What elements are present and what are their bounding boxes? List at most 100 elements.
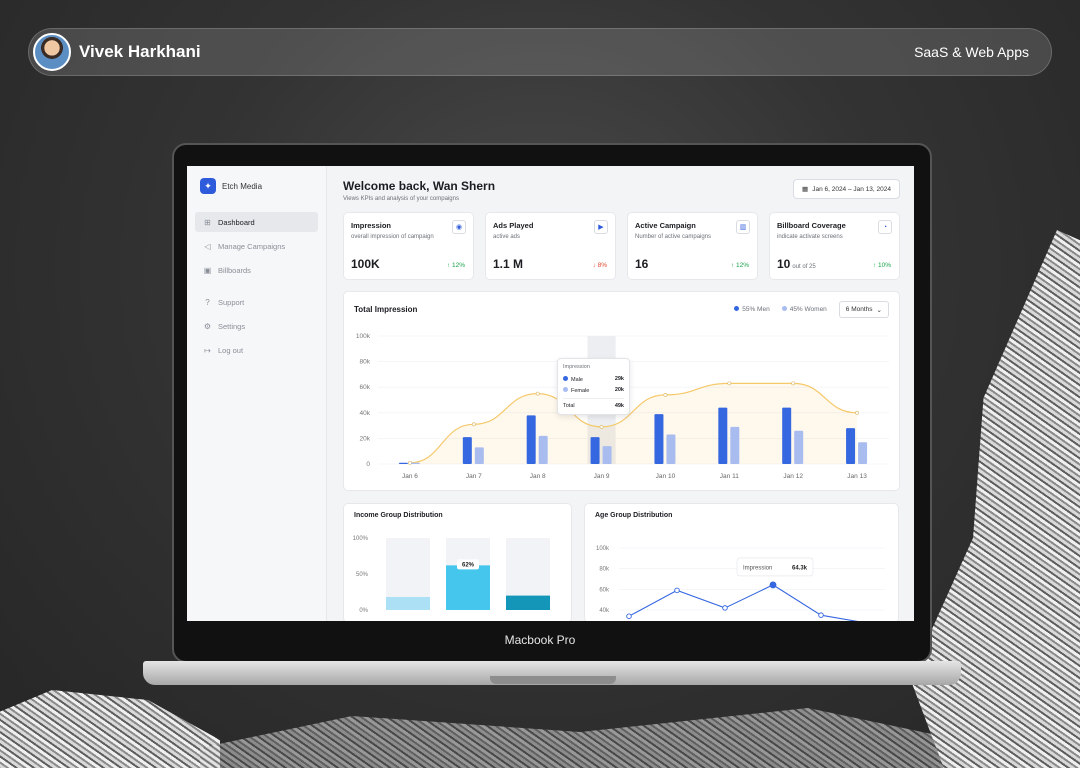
age-point <box>626 613 632 619</box>
kpi-change-value: 12% <box>451 262 465 269</box>
age-point <box>674 587 680 594</box>
pie-chart-icon[interactable]: ◔ <box>878 220 892 234</box>
bar-men <box>526 415 536 464</box>
sidebar-item-label: Support <box>218 297 245 307</box>
y-tick-label: 0% <box>359 608 368 614</box>
sidebar-item-label: Dashboard <box>218 217 255 227</box>
app-screen: ✦ Etch Media ⊞ Dashboard ◁ Manage Campaigns… <box>187 166 914 621</box>
play-icon[interactable]: ▶ <box>594 220 608 234</box>
kpi-title: Ads Played <box>493 221 534 230</box>
avatar <box>33 33 71 71</box>
bar-men <box>846 428 856 464</box>
kpi-row: Impression overall impression of campaign… <box>343 212 900 280</box>
y-tick-label: 80k <box>599 567 610 573</box>
y-tick-label: 80k <box>360 359 371 366</box>
nav-primary: ⊞ Dashboard ◁ Manage Campaigns ▣ Billboards <box>195 212 318 280</box>
header: Welcome back, Wan Shern Views KPIs and a… <box>343 179 900 202</box>
kpi-value-number: 16 <box>635 257 649 271</box>
bar-women <box>602 446 612 464</box>
legend-men: 55% Men <box>734 306 770 313</box>
x-tick-label: Jan 10 <box>656 473 676 480</box>
bar-chart-icon[interactable]: ▥ <box>736 220 750 234</box>
calendar-icon: ▦ <box>802 186 809 193</box>
age-line <box>628 584 859 621</box>
megaphone-icon: ◁ <box>204 241 211 251</box>
total-impression-header: Total Impression 55% Men 45% Women 6 Mon… <box>344 292 899 320</box>
sidebar-item-label: Manage Campaigns <box>218 241 286 251</box>
y-tick-label: 40k <box>360 410 371 417</box>
sidebar-item-manage-campaigns[interactable]: ◁ Manage Campaigns <box>195 236 318 256</box>
y-tick-label: 60k <box>360 384 371 391</box>
x-tick-label: Jan 12 <box>783 473 803 480</box>
bar-men <box>398 462 408 464</box>
brand-logo-icon: ✦ <box>200 178 216 194</box>
y-tick-label: 0 <box>366 461 370 468</box>
bar-women <box>730 426 740 464</box>
bar-men <box>654 414 664 464</box>
sidebar-item-label: Log out <box>218 345 244 355</box>
author-name: Vivek Harkhani <box>79 42 201 61</box>
age-tooltip-label: Impression <box>743 565 772 571</box>
kpi-change-value: 10% <box>877 262 891 269</box>
kpi-value-number: 1.1 M <box>493 257 524 271</box>
kpi-card-active-campaign: Active Campaign Number of active campaign… <box>627 212 758 280</box>
x-tick-label: Jan 13 <box>847 473 867 480</box>
range-select[interactable]: 6 Months ⌄ <box>838 301 889 318</box>
age-point <box>722 605 728 611</box>
page-title: Welcome back, Wan Shern <box>343 179 496 193</box>
tooltip-row-total: Total 49k <box>563 398 624 409</box>
kpi-title: Billboard Coverage <box>777 221 846 230</box>
y-tick-label: 50% <box>356 572 369 578</box>
date-range-label: Jan 6, 2024 – Jan 13, 2024 <box>812 185 891 193</box>
y-tick-label: 100% <box>353 536 369 542</box>
sidebar-item-support[interactable]: ? Support <box>195 292 318 312</box>
kpi-value-number: 10 <box>777 257 791 271</box>
bottom-row: Income Group Distribution 100% 50% 0% 62% A… <box>343 503 900 621</box>
total-impression-title: Total Impression <box>354 305 418 314</box>
kpi-description: Number of active campaigns <box>635 234 712 240</box>
bar-men <box>718 407 728 464</box>
kpi-value-number: 100K <box>351 257 380 271</box>
date-range-picker[interactable]: ▦ Jan 6, 2024 – Jan 13, 2024 <box>793 179 900 199</box>
help-icon: ? <box>205 297 210 307</box>
total-impression-card: Total Impression 55% Men 45% Women 6 Mon… <box>343 291 900 491</box>
image-icon: ▣ <box>203 265 212 275</box>
sidebar: ✦ Etch Media ⊞ Dashboard ◁ Manage Campaigns… <box>187 166 327 621</box>
line-point <box>791 381 796 386</box>
kpi-card-impression: Impression overall impression of campaign… <box>343 212 474 280</box>
tooltip-row-female: Female 20k <box>563 387 624 394</box>
kpi-change-value: 8% <box>597 262 607 269</box>
x-tick-label: Jan 7 <box>466 473 482 480</box>
kpi-card-ads-played: Ads Played active ads ▶ 1.1 M ↓ 8% <box>485 212 616 280</box>
sidebar-item-dashboard[interactable]: ⊞ Dashboard <box>195 212 318 232</box>
kpi-change: ↓ 8% <box>593 262 607 269</box>
page-subtitle: Views KPIs and analysis of your compaign… <box>343 196 459 202</box>
kpi-change: ↑ 12% <box>447 262 465 269</box>
bar-women <box>538 435 548 464</box>
x-tick-label: Jan 11 <box>720 473 739 480</box>
rock-mid <box>200 708 960 768</box>
age-title: Age Group Distribution <box>595 512 673 519</box>
kpi-value: 100K <box>351 257 380 271</box>
laptop-label: Macbook Pro <box>504 633 576 647</box>
line-point <box>471 422 476 427</box>
brand-name: Etch Media <box>222 181 263 191</box>
income-bar <box>506 595 550 610</box>
nav-secondary: ? Support ⚙ Settings ↦ Log out <box>195 292 318 360</box>
kpi-value-unit: out of 25 <box>792 264 816 270</box>
kpi-title: Impression <box>351 221 392 230</box>
chevron-down-icon: ⌄ <box>876 306 882 314</box>
sidebar-item-settings[interactable]: ⚙ Settings <box>195 316 318 336</box>
y-tick-label: 60k <box>599 587 610 593</box>
kpi-description: indicate activate screens <box>777 234 843 240</box>
chart-legend: 55% Men 45% Women 6 Months ⌄ <box>734 301 889 318</box>
y-tick-label: 100k <box>356 333 371 340</box>
brand[interactable]: ✦ Etch Media <box>195 174 318 198</box>
sidebar-item-label: Settings <box>218 321 246 331</box>
sidebar-item-log-out[interactable]: ↦ Log out <box>195 340 318 360</box>
age-chart: 40k 60k 80k 100k Impression 64.3k <box>596 546 885 621</box>
header-text: Welcome back, Wan Shern Views KPIs and a… <box>343 179 495 202</box>
x-tick-label: Jan 8 <box>530 473 546 480</box>
sidebar-item-billboards[interactable]: ▣ Billboards <box>195 260 318 280</box>
eye-icon[interactable]: ◉ <box>452 220 466 234</box>
